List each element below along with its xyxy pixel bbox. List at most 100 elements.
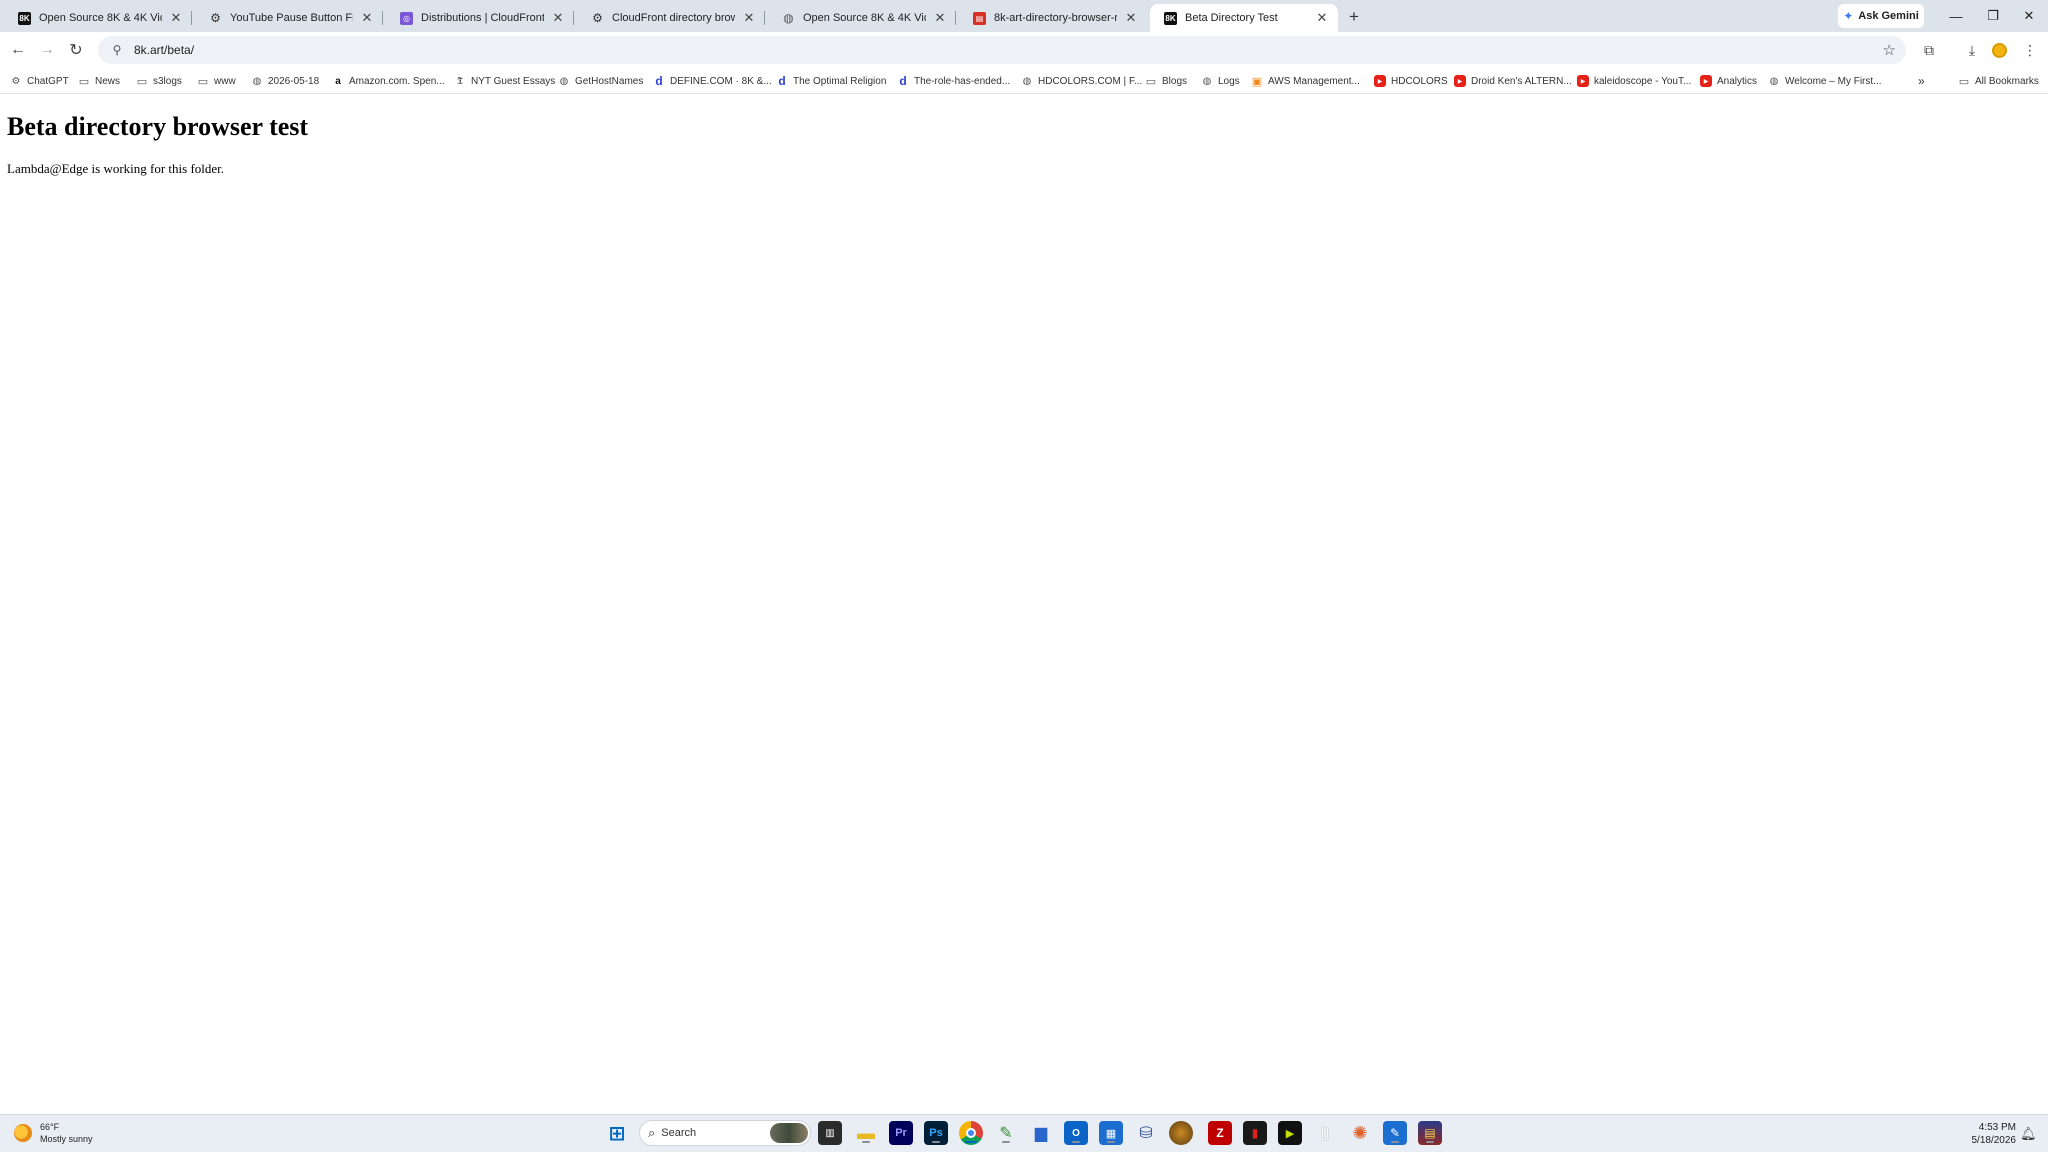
- browser-toolbar: ← → ↻ ⚲ 8k.art/beta/ ☆ ⧉ ⤓ ⋮: [0, 32, 2048, 68]
- gemini-sparkle-icon: ✦: [1843, 9, 1854, 23]
- bookmark-item[interactable]: ◍ Logs: [1201, 73, 1240, 89]
- bookmark-label: The Optimal Religion: [793, 75, 887, 87]
- folder-icon: ▭: [197, 75, 209, 88]
- bookmark-item[interactable]: ▣ AWS Management...: [1251, 73, 1360, 89]
- bookmark-item[interactable]: ◍ HDCOLORS.COM | F...: [1021, 73, 1143, 89]
- address-url[interactable]: 8k.art/beta/: [134, 43, 194, 57]
- bookmark-item[interactable]: d DEFINE.COM · 8K &...: [653, 73, 771, 89]
- bookmark-folder[interactable]: ▭ Blogs: [1145, 73, 1187, 89]
- bookmark-item[interactable]: d The Optimal Religion: [776, 73, 886, 89]
- download-icon[interactable]: ⤓: [1960, 38, 1984, 62]
- taskbar-search[interactable]: ⌕ Search: [639, 1120, 811, 1146]
- tab-1[interactable]: 8K Open Source 8K & 4K Video W ✕: [4, 4, 192, 32]
- photoshop-icon[interactable]: Ps: [924, 1121, 948, 1145]
- bookmark-label: HDCOLORS.COM | F...: [1038, 75, 1143, 87]
- address-bar[interactable]: ⚲ 8k.art/beta/ ☆: [98, 36, 1906, 64]
- page-body-text: Lambda@Edge is working for this folder.: [7, 161, 225, 176]
- bookmark-item[interactable]: ◍ GetHostNames: [558, 73, 644, 89]
- paint-icon[interactable]: ✎: [994, 1121, 1018, 1145]
- forward-button[interactable]: →: [35, 38, 59, 62]
- bookmark-folder[interactable]: ▭ s3logs: [136, 73, 182, 89]
- tab-5[interactable]: ◍ Open Source 8K & 4K Video W ✕: [768, 4, 956, 32]
- bookmark-item[interactable]: ◍ Welcome – My First...: [1768, 73, 1882, 89]
- reload-button[interactable]: ↻: [64, 38, 88, 62]
- premiere-pro-icon[interactable]: Pr: [889, 1121, 913, 1145]
- minimize-button[interactable]: —: [1944, 4, 1968, 28]
- windows-start-icon[interactable]: ⊞: [605, 1121, 629, 1145]
- bookmark-label: 2026-05-18: [268, 75, 320, 87]
- close-icon[interactable]: ✕: [359, 10, 375, 26]
- clock-date: 5/18/2026: [1971, 1135, 2017, 1146]
- bookmark-item[interactable]: 𝕿 NYT Guest Essays: [454, 73, 555, 89]
- notification-bell-icon[interactable]: 🔔︎: [2020, 1126, 2037, 1142]
- tab-title: Open Source 8K & 4K Video W: [803, 12, 926, 24]
- bookmark-label: Amazon.com. Spen...: [349, 75, 445, 87]
- remote-desktop-icon[interactable]: ▆: [1029, 1121, 1053, 1145]
- restore-button[interactable]: ❐: [1981, 4, 2005, 28]
- bookmark-item[interactable]: ▶ Analytics: [1700, 73, 1757, 89]
- bookmark-item[interactable]: a Amazon.com. Spen...: [332, 73, 445, 89]
- outlook-icon[interactable]: O: [1064, 1121, 1088, 1145]
- bookmark-star-icon[interactable]: ☆: [1883, 41, 1896, 59]
- tab-3[interactable]: ◎ Distributions | CloudFront | Glo ✕: [386, 4, 574, 32]
- bookmark-item[interactable]: ▶ HDCOLORS: [1374, 73, 1448, 89]
- bookmark-folder[interactable]: ▭ www: [197, 73, 236, 89]
- tab-2[interactable]: ⚙ YouTube Pause Button Fix ✕: [195, 4, 383, 32]
- site-info-icon[interactable]: ⚲: [104, 43, 130, 57]
- task-view-icon[interactable]: ▥: [818, 1121, 842, 1145]
- claude-icon[interactable]: ✺: [1348, 1121, 1372, 1145]
- edit-app-icon[interactable]: ✎: [1383, 1121, 1407, 1145]
- tab-7-active[interactable]: 8K Beta Directory Test ✕: [1150, 4, 1338, 32]
- bookmark-item[interactable]: ⚙ ChatGPT: [10, 73, 69, 89]
- d-logo-icon: d: [778, 74, 786, 88]
- archive-app-icon[interactable]: ▤: [1418, 1121, 1442, 1145]
- terminal-app-icon[interactable]: ▶: [1278, 1121, 1302, 1145]
- profile-avatar[interactable]: [1992, 43, 2007, 58]
- amazon-icon: a: [335, 75, 341, 87]
- back-button[interactable]: ←: [6, 38, 30, 62]
- close-icon[interactable]: ✕: [1314, 10, 1330, 26]
- page-heading: Beta directory browser test: [7, 112, 309, 141]
- weather-widget[interactable]: 66°F Mostly sunny: [14, 1121, 93, 1145]
- nyt-icon: 𝕿: [456, 75, 464, 87]
- tab-6[interactable]: ▤ 8k-art-directory-browser-role- ✕: [959, 4, 1147, 32]
- bookmark-item[interactable]: ▶ kaleidoscope - YouT...: [1577, 73, 1691, 89]
- file-explorer-icon[interactable]: ▬: [854, 1121, 878, 1145]
- bookmark-item[interactable]: ◍ 2026-05-18: [251, 73, 320, 89]
- youtube-icon: ▶: [1577, 75, 1589, 87]
- notepad-icon[interactable]: ▯: [1313, 1121, 1337, 1145]
- window-app-icon[interactable]: ▦: [1099, 1121, 1123, 1145]
- close-icon[interactable]: ✕: [932, 10, 948, 26]
- new-tab-button[interactable]: +: [1343, 6, 1365, 28]
- close-window-button[interactable]: ✕: [2017, 4, 2041, 28]
- bookmark-label: The-role-has-ended...: [914, 75, 1011, 87]
- filezilla-icon[interactable]: Z: [1208, 1121, 1232, 1145]
- close-icon[interactable]: ✕: [1123, 10, 1139, 26]
- windows-taskbar: 66°F Mostly sunny ⊞ ⌕ Search ▥ ▬ Pr Ps ✎…: [0, 1114, 2048, 1152]
- all-bookmarks-button[interactable]: ▭ All Bookmarks: [1958, 73, 2039, 89]
- tab-search-icon[interactable]: ⧉: [1917, 38, 1941, 62]
- folder-icon: ▭: [1145, 75, 1157, 88]
- clock-time: 4:53 PM: [1978, 1122, 2016, 1133]
- more-menu-icon[interactable]: ⋮: [2018, 38, 2042, 62]
- bookmarks-overflow-icon[interactable]: »: [1918, 73, 1925, 89]
- weather-temp: 66°F: [40, 1122, 60, 1132]
- network-app-icon[interactable]: ⛁: [1134, 1121, 1158, 1145]
- ask-gemini-button[interactable]: ✦ Ask Gemini: [1838, 4, 1924, 28]
- chrome-icon[interactable]: [959, 1121, 983, 1145]
- media-app-icon[interactable]: ▮: [1243, 1121, 1267, 1145]
- system-clock[interactable]: 4:53 PM 5/18/2026: [1960, 1121, 2017, 1147]
- folder-icon: ▭: [1958, 75, 1970, 88]
- search-icon: ⌕: [648, 1125, 656, 1140]
- youtube-icon: ▶: [1700, 75, 1712, 87]
- pdf-icon: ▤: [973, 11, 986, 25]
- close-icon[interactable]: ✕: [550, 10, 566, 26]
- tab-4[interactable]: ⚙ CloudFront directory browser ✕: [577, 4, 765, 32]
- bookmark-folder[interactable]: ▭ News: [78, 73, 120, 89]
- close-icon[interactable]: ✕: [741, 10, 757, 26]
- bookmark-item[interactable]: d The-role-has-ended...: [897, 73, 1010, 89]
- all-bookmarks-label: All Bookmarks: [1975, 75, 2039, 87]
- close-icon[interactable]: ✕: [168, 10, 184, 26]
- bookmark-item[interactable]: ▶ Droid Ken's ALTERN...: [1454, 73, 1572, 89]
- circle-app-icon[interactable]: [1169, 1121, 1193, 1145]
